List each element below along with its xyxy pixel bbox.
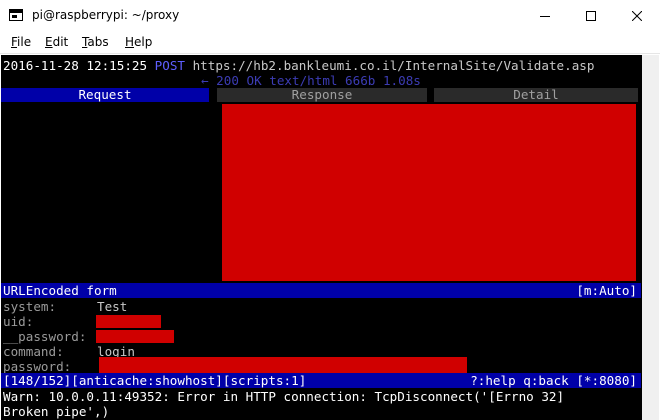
menu-help-rest: elp bbox=[134, 35, 153, 49]
flow-timestamp: 2016-11-28 12:15:25 bbox=[3, 58, 148, 73]
minimize-button[interactable] bbox=[522, 0, 568, 32]
redacted-underscore-password-value bbox=[96, 330, 174, 343]
field-label-uid: uid: bbox=[3, 314, 34, 329]
maximize-icon bbox=[586, 11, 596, 21]
menu-edit[interactable]: Edit bbox=[45, 35, 68, 49]
warning-line-2: Broken pipe',) bbox=[3, 404, 110, 419]
flow-url: https://hb2.bankleumi.co.il/InternalSite… bbox=[192, 58, 595, 73]
redacted-uid-value bbox=[96, 315, 161, 328]
window-title: pi@raspberrypi: ~/proxy bbox=[32, 8, 180, 22]
redacted-password-value bbox=[99, 357, 467, 373]
field-label-system: system: bbox=[3, 299, 57, 314]
menu-help[interactable]: Help bbox=[125, 35, 152, 49]
field-label-command: command: bbox=[3, 344, 64, 359]
redacted-headers-block bbox=[222, 104, 636, 281]
menu-tabs[interactable]: Tabs bbox=[82, 35, 109, 49]
tab-request[interactable]: Request bbox=[1, 88, 209, 102]
menu-bar: File Edit Tabs Help bbox=[0, 32, 660, 54]
warning-line-1: Warn: 10.0.0.11:49352: Error in HTTP con… bbox=[3, 389, 565, 404]
close-button[interactable] bbox=[614, 0, 660, 32]
scrollbar[interactable] bbox=[642, 55, 659, 420]
flow-method: POST bbox=[154, 58, 185, 73]
title-bar: pi@raspberrypi: ~/proxy bbox=[0, 0, 660, 32]
tab-response[interactable]: Response bbox=[217, 88, 427, 102]
status-bar: [148/152][anticache:showhost][scripts:1]… bbox=[1, 373, 641, 388]
terminal-app-icon bbox=[9, 9, 23, 21]
maximize-button[interactable] bbox=[568, 0, 614, 32]
flow-response: ← 200 OK text/html 666b 1.08s bbox=[201, 73, 421, 88]
field-label-underscore-password: __password: bbox=[3, 329, 87, 344]
status-right: ?:help q:back [*:8080] bbox=[470, 373, 637, 388]
minimize-icon bbox=[540, 16, 550, 17]
flow-request-line[interactable]: 2016-11-28 12:15:25 POST https://hb2.ban… bbox=[3, 58, 594, 73]
form-header: URLEncoded form bbox=[3, 283, 117, 298]
menu-edit-accel: E bbox=[45, 35, 53, 49]
menu-edit-rest: dit bbox=[52, 35, 69, 49]
menu-file-rest: ile bbox=[17, 35, 32, 49]
field-label-password: password: bbox=[3, 359, 72, 374]
menu-file[interactable]: File bbox=[11, 35, 31, 49]
terminal-area[interactable]: 2016-11-28 12:15:25 POST https://hb2.ban… bbox=[1, 55, 659, 420]
tab-detail[interactable]: Detail bbox=[434, 88, 638, 102]
field-value-system[interactable]: Test bbox=[97, 299, 127, 314]
status-left: [148/152][anticache:showhost][scripts:1] bbox=[3, 373, 307, 388]
form-header-bar: URLEncoded form [m:Auto] bbox=[1, 283, 641, 298]
flow-response-line: ← 200 OK text/html 666b 1.08s bbox=[201, 73, 421, 88]
close-icon bbox=[632, 11, 642, 21]
form-mode[interactable]: [m:Auto] bbox=[576, 283, 637, 298]
menu-help-accel: H bbox=[125, 35, 135, 49]
menu-tabs-rest: abs bbox=[87, 35, 109, 49]
